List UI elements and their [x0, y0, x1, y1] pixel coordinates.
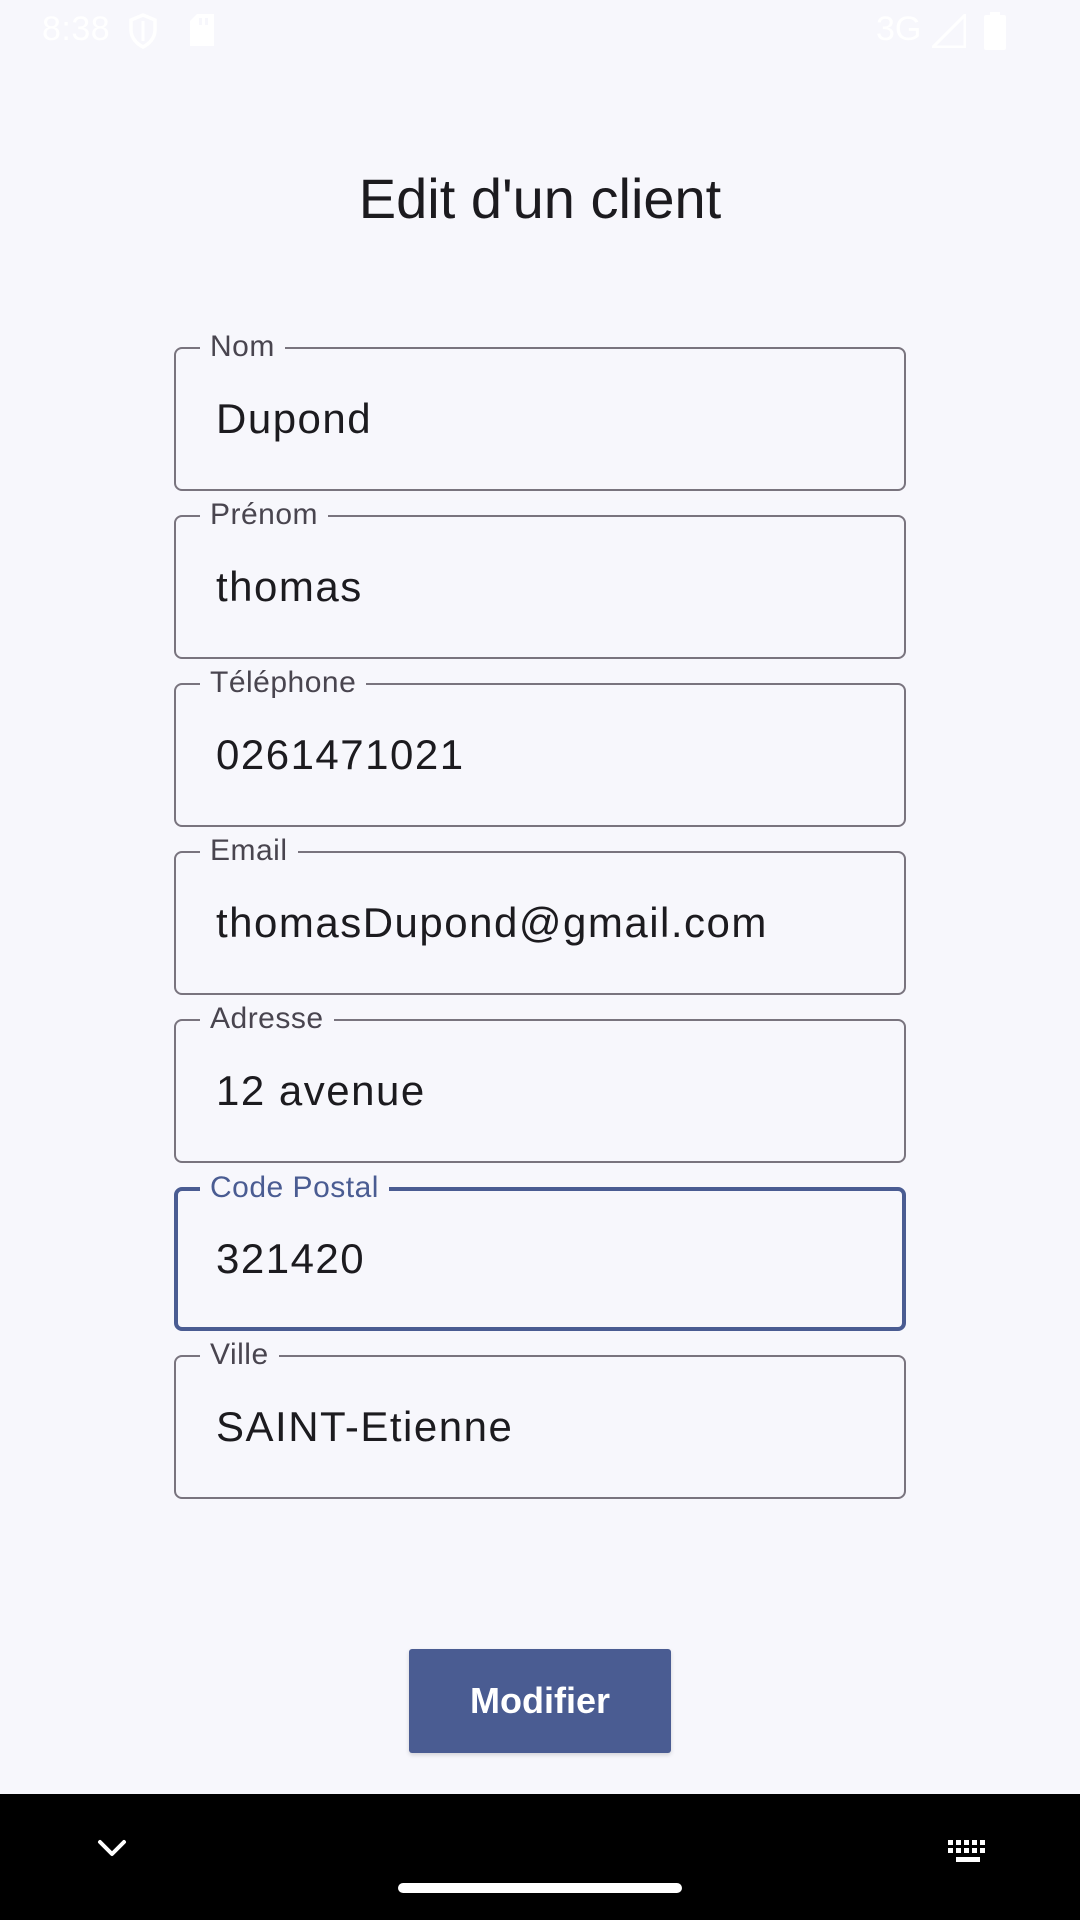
ville-value[interactable]: SAINT-Etienne [216, 1403, 513, 1451]
sd-card-icon [188, 13, 216, 52]
modifier-button[interactable]: Modifier [409, 1649, 671, 1753]
adresse-field[interactable]: Adresse 12 avenue [174, 1001, 906, 1163]
code-postal-value[interactable]: 321420 [216, 1235, 365, 1283]
code-postal-field[interactable]: Code Postal 321420 [174, 1170, 906, 1331]
telephone-field[interactable]: Téléphone 0261471021 [174, 665, 906, 827]
battery-icon [984, 12, 1006, 55]
email-value[interactable]: thomasDupond@gmail.com [216, 899, 768, 947]
chevron-down-icon[interactable] [96, 1836, 128, 1865]
nom-label: Nom [200, 329, 285, 365]
prenom-label: Prénom [200, 497, 329, 533]
status-bar: 8:38 3G [0, 0, 1080, 62]
prenom-field[interactable]: Prénom thomas [174, 497, 906, 659]
adresse-value[interactable]: 12 avenue [216, 1067, 426, 1115]
signal-icon [929, 11, 967, 53]
navigation-bar [0, 1794, 1080, 1920]
ville-field[interactable]: Ville SAINT-Etienne [174, 1337, 906, 1499]
adresse-label: Adresse [200, 1001, 334, 1037]
code-postal-label: Code Postal [200, 1170, 389, 1206]
nom-field[interactable]: Nom Dupond [174, 329, 906, 491]
email-label: Email [200, 833, 298, 869]
page-title: Edit d'un client [358, 167, 722, 230]
telephone-label: Téléphone [200, 665, 367, 701]
nom-value[interactable]: Dupond [216, 395, 372, 443]
keyboard-icon[interactable] [946, 1838, 990, 1871]
home-handle[interactable] [398, 1883, 682, 1893]
network-type: 3G [876, 10, 922, 48]
telephone-value[interactable]: 0261471021 [216, 731, 465, 779]
shield-icon [128, 13, 158, 54]
status-time: 8:38 [42, 10, 111, 48]
prenom-value[interactable]: thomas [216, 563, 363, 611]
ville-label: Ville [200, 1337, 279, 1373]
email-field[interactable]: Email thomasDupond@gmail.com [174, 833, 906, 995]
